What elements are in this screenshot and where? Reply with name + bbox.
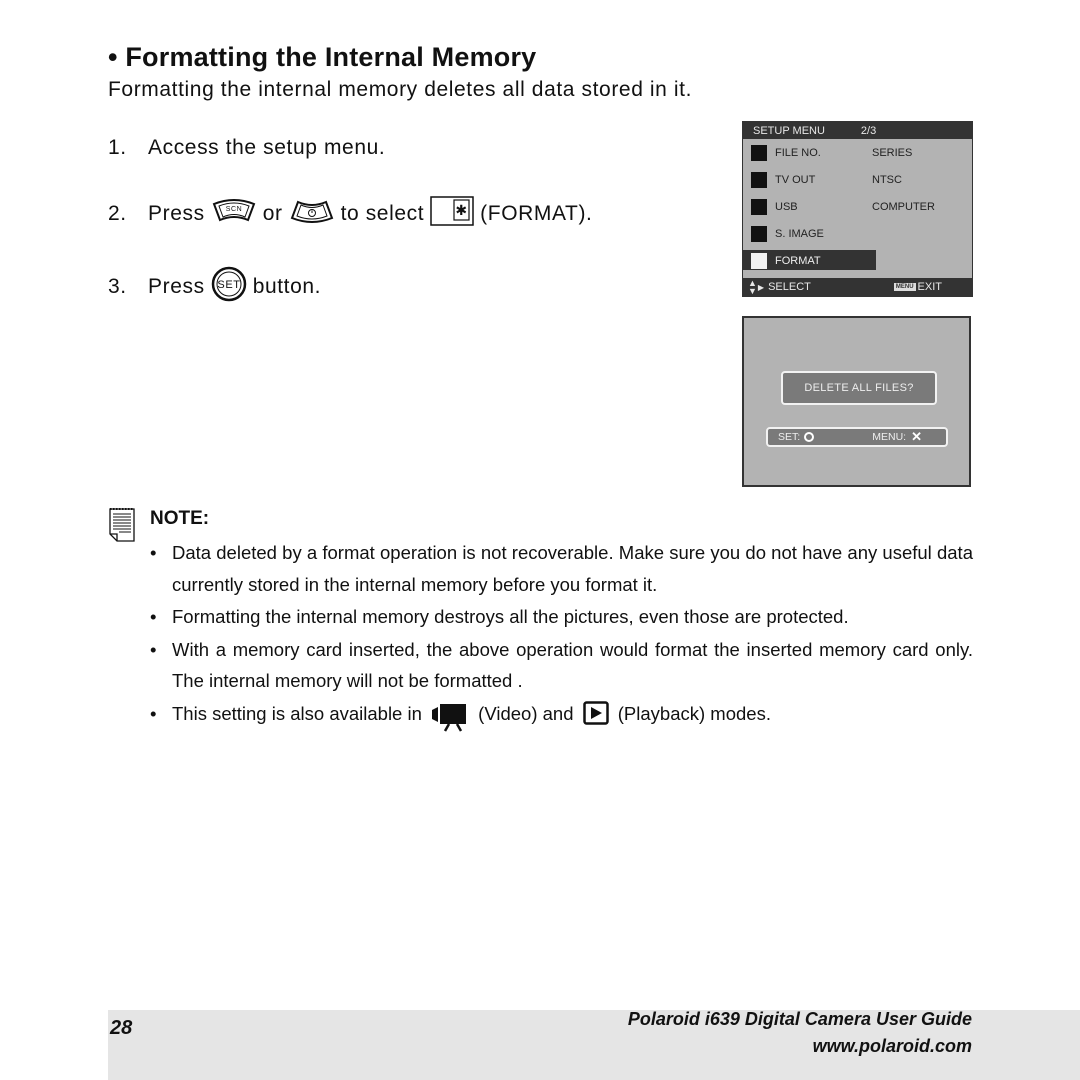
step-number: 2. xyxy=(108,202,127,225)
setup-menu-page: 2/3 xyxy=(860,124,877,137)
menu-row-value: NTSC xyxy=(872,173,902,186)
step-to-select-text: to select xyxy=(340,202,425,225)
step-suffix: button. xyxy=(252,275,322,298)
set-confirm-option[interactable]: SET: xyxy=(778,431,815,443)
note-item: • This setting is also available in (Vid… xyxy=(148,698,973,732)
menu-row-label: TV OUT xyxy=(775,173,816,186)
step-press-text: Press xyxy=(148,275,205,298)
menu-row-file-no[interactable]: FILE NO. SERIES xyxy=(743,139,972,166)
menu-row-value: SERIES xyxy=(872,146,913,159)
menu-button-icon: MENU xyxy=(893,283,916,291)
note-text: Data deleted by a format operation is no… xyxy=(172,542,973,595)
menu-row-label: FORMAT xyxy=(775,254,821,267)
right-arrow-icon: ▶ xyxy=(757,282,765,292)
video-camera-icon xyxy=(431,698,469,732)
select-hint: SELECT xyxy=(768,281,811,293)
menu-row-label: USB xyxy=(775,200,798,213)
step-3: 3. Press SET button. xyxy=(108,266,321,308)
format-icon: ✱ xyxy=(430,196,474,232)
delete-all-files-prompt: DELETE ALL FILES? xyxy=(781,371,937,405)
menu-row-usb[interactable]: USB COMPUTER xyxy=(743,193,972,220)
section-title: • Formatting the Internal Memory xyxy=(108,42,537,72)
menu-row-value: COMPUTER xyxy=(872,200,935,213)
notepad-icon xyxy=(109,506,135,547)
svg-text:SCN: SCN xyxy=(225,206,242,213)
note-list: • Data deleted by a format operation is … xyxy=(148,537,973,733)
tv-out-icon xyxy=(751,171,767,188)
setup-menu-header: SETUP MENU 2/3 xyxy=(743,122,972,139)
page-number: 28 xyxy=(110,1017,133,1039)
menu-row-format[interactable]: FORMAT xyxy=(743,247,972,274)
step-number: 1. xyxy=(108,136,127,159)
menu-label: MENU: xyxy=(872,431,907,443)
step-1: 1. Access the setup menu. xyxy=(108,136,385,160)
step-number: 3. xyxy=(108,275,127,298)
note-item: • With a memory card inserted, the above… xyxy=(148,634,973,697)
svg-text:SET: SET xyxy=(217,279,240,291)
menu-row-s-image[interactable]: S. IMAGE xyxy=(743,220,972,247)
note-text: This setting is also available in xyxy=(172,702,422,724)
menu-row-tv-out[interactable]: TV OUT NTSC xyxy=(743,166,972,193)
setup-menu-screen: SETUP MENU 2/3 FILE NO. SERIES TV OUT NT… xyxy=(742,121,973,297)
menu-row-label: S. IMAGE xyxy=(775,227,824,240)
note-text: (Video) and xyxy=(478,702,574,724)
setup-menu-title: SETUP MENU xyxy=(753,124,825,137)
step-text: Access the setup menu. xyxy=(148,136,386,159)
bullet-icon: • xyxy=(150,702,157,724)
file-number-icon xyxy=(751,144,767,161)
bullet-icon: • xyxy=(150,638,157,660)
format-icon xyxy=(751,252,767,269)
menu-cancel-option[interactable]: MENU: ✕ xyxy=(872,429,922,445)
note-text: With a memory card inserted, the above o… xyxy=(172,638,973,692)
step-or-text: or xyxy=(262,202,283,225)
svg-text:✱: ✱ xyxy=(456,203,468,219)
delete-confirm-screen: DELETE ALL FILES? SET: MENU: ✕ xyxy=(742,316,971,487)
circle-ok-icon xyxy=(804,432,815,442)
note-item: • Data deleted by a format operation is … xyxy=(148,537,973,600)
exit-label: EXIT xyxy=(917,281,942,293)
playback-icon xyxy=(582,699,609,731)
self-timer-down-button-icon xyxy=(289,198,335,230)
up-down-arrows-icon: ▲ ▼ xyxy=(748,278,757,296)
guide-title: Polaroid i639 Digital Camera User Guide xyxy=(627,1009,972,1029)
section-intro: Formatting the internal memory deletes a… xyxy=(108,78,693,101)
startup-image-icon xyxy=(751,225,767,242)
confirm-options: SET: MENU: ✕ xyxy=(766,427,948,447)
step-2: 2. Press SCN or to select ✱ (FORMAT). xyxy=(108,196,593,232)
setup-menu-footer: ▲ ▼ ▶ SELECT MENU EXIT xyxy=(743,278,972,296)
note-item: • Formatting the internal memory destroy… xyxy=(148,601,973,633)
bullet-icon: • xyxy=(150,542,157,563)
scn-up-button-icon: SCN xyxy=(211,198,257,230)
note-text: (Playback) modes. xyxy=(617,702,771,724)
note-text: Formatting the internal memory destroys … xyxy=(172,606,849,627)
step-format-label: (FORMAT). xyxy=(480,202,593,225)
note-title: NOTE: xyxy=(150,508,210,529)
website-link[interactable]: www.polaroid.com xyxy=(813,1036,972,1057)
set-button-icon: SET xyxy=(211,266,247,308)
cross-cancel-icon: ✕ xyxy=(911,429,922,444)
bullet-icon: • xyxy=(150,606,157,627)
set-label: SET: xyxy=(778,431,801,443)
exit-hint: MENU EXIT xyxy=(893,281,942,293)
step-press-text: Press xyxy=(148,202,205,225)
menu-row-label: FILE NO. xyxy=(775,146,821,159)
usb-icon xyxy=(751,198,767,215)
